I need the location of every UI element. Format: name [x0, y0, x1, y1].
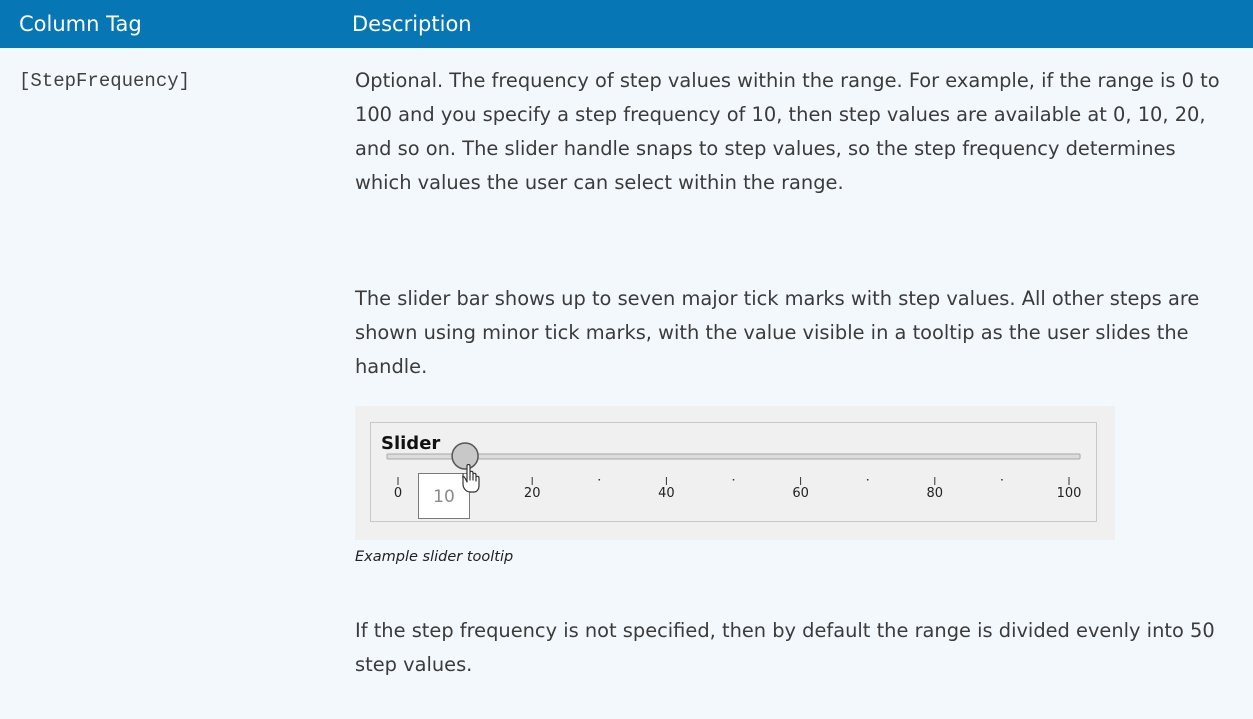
properties-table: Column Tag Description [StepFrequency] O…: [0, 0, 1253, 719]
slider-minor-tick: [866, 479, 869, 481]
slider-tick-label: 100: [1057, 486, 1082, 501]
slider-tick-label: 0: [394, 486, 402, 501]
column-tag-value: [StepFrequency]: [19, 70, 191, 92]
slider-minor-tick: [598, 479, 601, 481]
slider-minor-tick: [732, 479, 735, 481]
slider-tick-label: 20: [524, 486, 541, 501]
figure-caption: Example slider tooltip: [355, 549, 514, 565]
slider-track: [386, 453, 1081, 460]
table-row: [StepFrequency] Optional. The frequency …: [0, 48, 1253, 719]
slider-tick-label: 40: [658, 486, 675, 501]
slider-tick-label: 80: [927, 486, 944, 501]
slider-example-image: Slider 0 20 40 60 80 100 10: [355, 406, 1115, 540]
slider-minor-tick: [1001, 479, 1003, 481]
description-paragraph: If the step frequency is not specified, …: [355, 619, 1215, 676]
description-paragraph: The slider bar shows up to seven major t…: [355, 287, 1200, 378]
mouse-pointer-icon: [462, 464, 480, 493]
description-header: Description: [352, 12, 472, 36]
table-header-row: Column Tag Description: [0, 0, 1253, 48]
description-paragraph: Optional. The frequency of step values w…: [355, 69, 1220, 194]
column-tag-header: Column Tag: [19, 12, 142, 36]
slider-tick-label: 60: [792, 486, 809, 501]
